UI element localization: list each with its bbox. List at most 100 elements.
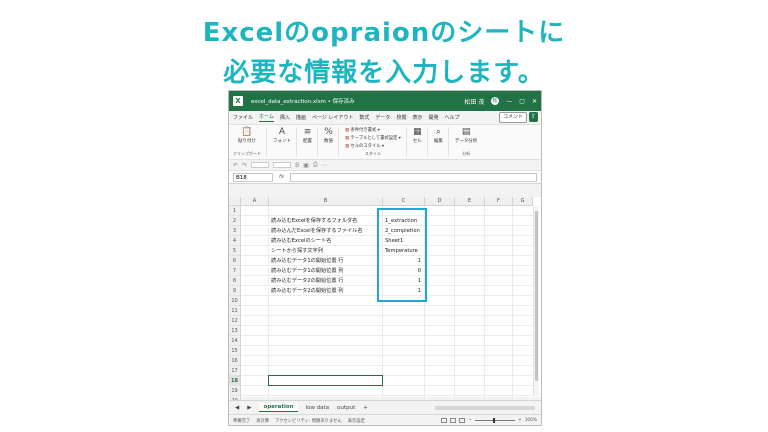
row-header[interactable]: 5 xyxy=(229,246,241,256)
menu-tab-7[interactable]: 校閲 xyxy=(396,114,406,121)
avatar[interactable]: 松 xyxy=(491,97,500,105)
row-header[interactable]: 13 xyxy=(229,326,241,336)
paste-button[interactable]: 📋 貼り付け xyxy=(238,127,256,144)
row-header[interactable]: 6 xyxy=(229,256,241,266)
row-header[interactable]: 7 xyxy=(229,266,241,276)
edit-button[interactable]: ⌕ 編集 xyxy=(434,127,443,144)
zoom-level[interactable]: 100% xyxy=(525,418,537,423)
font-size-box[interactable] xyxy=(273,162,292,168)
row-header[interactable]: 4 xyxy=(229,236,241,246)
menu-tab-8[interactable]: 表示 xyxy=(412,114,422,121)
align-icon: ≡ xyxy=(303,127,312,137)
row-header[interactable]: 18 xyxy=(229,376,241,386)
gridline xyxy=(241,335,533,336)
status-accessibility[interactable]: アクセシビリティ: 問題ありません xyxy=(275,418,342,424)
zoom-in-icon[interactable]: + xyxy=(518,418,522,423)
cell-b3[interactable]: 読み込んだExcelを保存するファイル名 xyxy=(271,226,363,236)
row-header[interactable]: 17 xyxy=(229,366,241,376)
cell-style-button[interactable]: セルのスタイル ▾ xyxy=(345,143,401,149)
menu-tab-6[interactable]: データ xyxy=(375,114,390,121)
function-icon[interactable]: fx xyxy=(279,174,284,180)
row-header[interactable]: 14 xyxy=(229,336,241,346)
font-group: A フォント xyxy=(273,127,297,157)
view-buttons[interactable] xyxy=(441,418,466,423)
maximize-button[interactable]: ▢ xyxy=(519,98,525,105)
paste-icon: 📋 xyxy=(241,127,253,137)
data-analysis-button[interactable]: ▤ データ分析 xyxy=(455,127,478,144)
redo-icon[interactable]: ↷ xyxy=(242,162,247,169)
menu-tab-0[interactable]: ファイル xyxy=(233,114,253,121)
zoom-out-icon[interactable]: − xyxy=(468,418,472,423)
row-header[interactable]: 8 xyxy=(229,276,241,286)
close-button[interactable]: ✕ xyxy=(532,98,537,105)
menu-tab-10[interactable]: ヘルプ xyxy=(444,114,459,121)
menu-tab-4[interactable]: ページ レイアウト xyxy=(312,114,354,121)
print-icon[interactable]: ⎙ xyxy=(313,161,318,169)
align-button[interactable]: ≡ 配置 xyxy=(303,127,312,144)
cell-b2[interactable]: 読み込むExcelを保存するフォルダ名 xyxy=(271,216,357,226)
user-name[interactable]: 松田 茂 xyxy=(464,97,484,106)
selected-cell[interactable] xyxy=(268,375,383,386)
cell-b6[interactable]: 読み込むデータ1の開始位置 行 xyxy=(271,256,343,266)
next-sheet-icon[interactable]: ▶ xyxy=(247,405,251,411)
more-icon[interactable]: ⋯ xyxy=(322,162,328,169)
menu-tab-1[interactable]: ホーム xyxy=(259,113,274,122)
menu-tab-3[interactable]: 描画 xyxy=(296,114,306,121)
bold-icon[interactable]: B xyxy=(295,162,299,169)
table-format-button[interactable]: テーブルとして書式設定 ▾ xyxy=(345,135,400,141)
row-header[interactable]: 15 xyxy=(229,346,241,356)
column-header[interactable]: E xyxy=(455,197,485,206)
formula-input[interactable] xyxy=(290,172,537,182)
tab-operation[interactable]: operation xyxy=(259,403,298,412)
cell-b9[interactable]: 読み込むデータ2の開始位置 列 xyxy=(271,286,343,296)
row-header[interactable]: 11 xyxy=(229,306,241,316)
font-icon: A xyxy=(278,127,286,137)
conditional-format-button[interactable]: 条件付き書式 ▾ xyxy=(345,127,401,133)
save-icon[interactable]: ▣ xyxy=(303,162,309,169)
row-header[interactable]: 9 xyxy=(229,286,241,296)
number-button[interactable]: % 数値 xyxy=(324,127,333,144)
undo-icon[interactable]: ↶ xyxy=(233,162,238,169)
column-header[interactable]: D xyxy=(425,197,455,206)
horizontal-scrollbar[interactable] xyxy=(435,405,535,410)
column-header[interactable]: B xyxy=(269,197,383,206)
column-header[interactable]: C xyxy=(383,197,425,206)
vertical-scrollbar[interactable] xyxy=(533,206,539,396)
scrollbar-thumb[interactable] xyxy=(535,211,538,381)
gridline xyxy=(241,315,533,316)
file-name: excel_data_extraction.xlsm • 保存済み xyxy=(251,99,355,105)
row-header[interactable]: 3 xyxy=(229,226,241,236)
row-header[interactable]: 1 xyxy=(229,206,241,216)
row-header[interactable]: 12 xyxy=(229,316,241,326)
zoom-slider[interactable] xyxy=(475,418,516,423)
status-calc[interactable]: 再計算 xyxy=(256,418,269,424)
name-box[interactable]: B18 xyxy=(233,172,273,182)
column-header[interactable]: A xyxy=(241,197,269,206)
font-button[interactable]: A フォント xyxy=(273,127,291,144)
cells-button[interactable]: ▦ セル xyxy=(413,127,422,144)
minimize-button[interactable]: — xyxy=(506,98,512,105)
cell-b5[interactable]: シートから探す文字列 xyxy=(271,246,323,256)
select-all-corner[interactable] xyxy=(229,197,241,206)
menu-tab-2[interactable]: 挿入 xyxy=(280,114,290,121)
cell-b8[interactable]: 読み込むデータ2の開始位置 行 xyxy=(271,276,343,286)
menu-tab-5[interactable]: 数式 xyxy=(359,114,369,121)
prev-sheet-icon[interactable]: ◀ xyxy=(235,405,239,411)
row-header[interactable]: 19 xyxy=(229,386,241,396)
menu-tab-9[interactable]: 開発 xyxy=(428,114,438,121)
spreadsheet-grid[interactable]: ABCDEFG1234567891011121314151617181920読み… xyxy=(229,197,541,406)
row-header[interactable]: 2 xyxy=(229,216,241,226)
row-header[interactable]: 10 xyxy=(229,296,241,306)
comment-button[interactable]: コメント xyxy=(498,112,527,123)
cell-b4[interactable]: 読み込むExcelのシート名 xyxy=(271,236,331,246)
column-header[interactable]: F xyxy=(485,197,513,206)
status-display[interactable]: 表示設定 xyxy=(348,418,365,424)
row-header[interactable]: 16 xyxy=(229,356,241,366)
tab-low-data[interactable]: low data xyxy=(306,405,330,411)
share-button[interactable]: ⇧ xyxy=(529,112,538,122)
add-sheet-button[interactable]: + xyxy=(363,405,368,411)
cell-b7[interactable]: 読み込むデータ1の開始位置 列 xyxy=(271,266,343,276)
column-header[interactable]: G xyxy=(513,197,533,206)
font-name-box[interactable] xyxy=(251,162,270,168)
tab-output[interactable]: output xyxy=(337,405,355,411)
